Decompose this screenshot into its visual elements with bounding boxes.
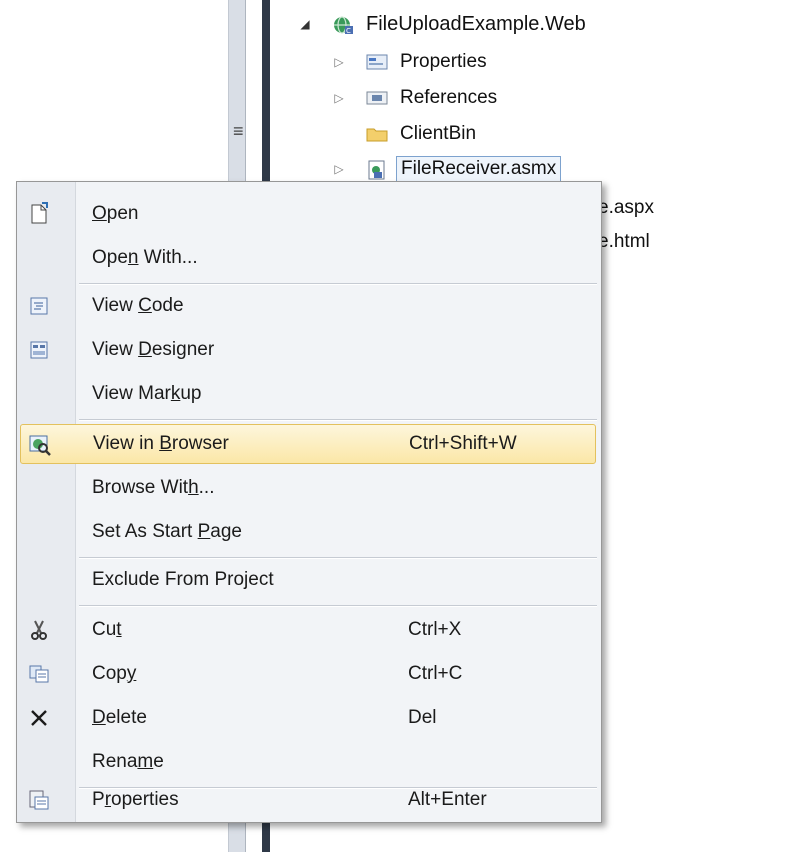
no-expander <box>332 127 346 141</box>
references-icon <box>366 89 388 107</box>
shortcut-label: Ctrl+X <box>408 619 462 640</box>
menu-item-view-designer[interactable]: View Designer <box>20 330 596 370</box>
delete-icon <box>26 706 52 730</box>
menu-item-rename[interactable]: Rename <box>20 742 596 782</box>
splitter-grip-icon[interactable]: ≡ <box>233 122 244 140</box>
expand-arrow-icon[interactable]: ▷ <box>332 162 346 176</box>
tree-item-clientbin[interactable]: ClientBin <box>332 120 480 148</box>
properties-icon <box>366 53 388 71</box>
shortcut-label: Ctrl+C <box>408 663 463 684</box>
menu-item-open[interactable]: Open <box>20 194 596 234</box>
menu-item-open-with[interactable]: Open With... <box>20 238 596 278</box>
menu-item-properties[interactable]: Properties Alt+Enter <box>20 780 596 820</box>
tree-item-label: References <box>400 87 498 108</box>
menu-item-set-as-start-page[interactable]: Set As Start Page <box>20 512 596 552</box>
tree-item-references[interactable]: ▷ References <box>332 84 501 112</box>
menu-item-view-markup[interactable]: View Markup <box>20 374 596 414</box>
shortcut-label: Ctrl+Shift+W <box>409 433 517 454</box>
view-designer-icon <box>26 338 52 362</box>
expand-arrow-icon[interactable]: ▷ <box>332 55 346 69</box>
copy-icon <box>26 662 52 686</box>
expand-arrow-icon[interactable]: ▷ <box>332 91 346 105</box>
tree-project-row[interactable]: ◢ C FileUploadExample.Web <box>298 10 590 38</box>
collapse-arrow-icon[interactable]: ◢ <box>298 17 312 31</box>
cut-icon <box>26 618 52 642</box>
properties-icon <box>26 788 52 812</box>
shortcut-label: Alt+Enter <box>408 789 487 810</box>
asmx-file-icon <box>366 160 388 180</box>
tree-item-label: Properties <box>400 51 487 72</box>
tree-item-label: FileReceiver.asmx <box>396 156 562 182</box>
menu-item-view-code[interactable]: View Code <box>20 286 596 326</box>
folder-icon <box>366 125 388 143</box>
menu-item-cut[interactable]: Cut Ctrl+X <box>20 610 596 650</box>
project-name-label: FileUploadExample.Web <box>366 12 586 35</box>
view-code-icon <box>26 294 52 318</box>
shortcut-label: Del <box>408 707 437 728</box>
menu-item-browse-with[interactable]: Browse With... <box>20 468 596 508</box>
tree-item-label: ClientBin <box>400 123 477 144</box>
context-menu: Open Open With... View Code View Designe… <box>16 181 602 823</box>
menu-separator <box>79 419 597 421</box>
svg-text:C: C <box>346 27 351 35</box>
menu-item-copy[interactable]: Copy Ctrl+C <box>20 654 596 694</box>
menu-item-exclude-from-project[interactable]: Exclude From Project <box>20 560 596 600</box>
open-icon <box>26 202 52 226</box>
menu-item-view-in-browser[interactable]: View in Browser Ctrl+Shift+W <box>20 424 596 464</box>
menu-separator <box>79 557 597 559</box>
tree-item-filereceiver[interactable]: ▷ FileReceiver.asmx <box>332 155 562 183</box>
menu-separator <box>79 605 597 607</box>
web-project-icon: C <box>332 15 354 35</box>
tree-item-properties[interactable]: ▷ Properties <box>332 48 491 76</box>
menu-separator <box>79 283 597 285</box>
menu-item-delete[interactable]: Delete Del <box>20 698 596 738</box>
view-in-browser-icon <box>27 433 53 457</box>
